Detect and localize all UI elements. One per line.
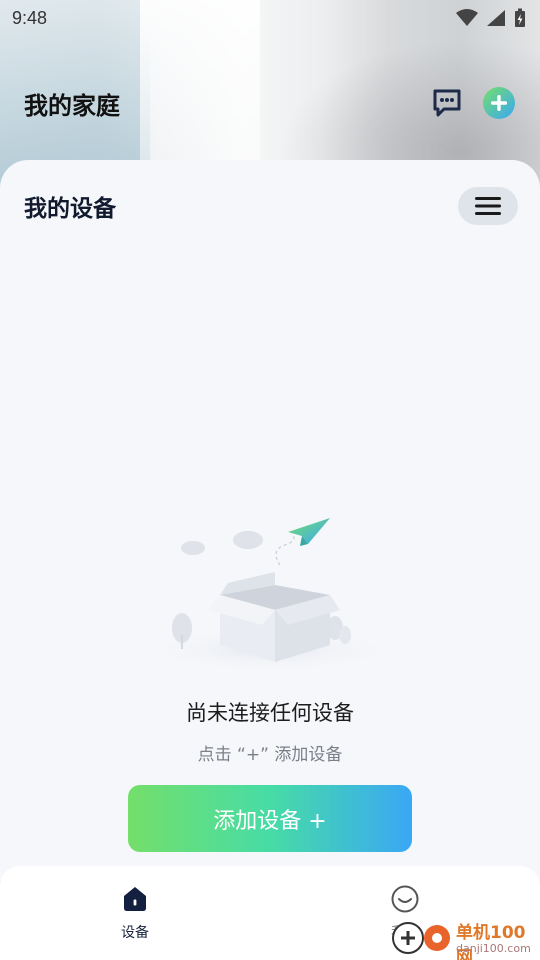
nav-label-devices: 设备	[121, 925, 149, 941]
cell-signal-icon	[487, 10, 505, 26]
add-device-button[interactable]: 添加设备 +	[128, 785, 412, 852]
header-actions	[430, 86, 516, 120]
battery-charging-icon	[515, 8, 525, 27]
message-icon	[433, 89, 461, 117]
devices-card: 我的设备 尚未连接任何设备 点击 “+” 添加设备 添加设备 +	[0, 160, 540, 880]
watermark: 单机100网 danji100.com	[390, 910, 540, 960]
watermark-logo-icon	[392, 922, 450, 954]
home-header: 我的家庭	[24, 80, 516, 126]
wifi-icon	[456, 9, 478, 26]
nav-item-devices[interactable]: 设备	[95, 884, 175, 942]
home-icon	[124, 887, 146, 911]
home-title[interactable]: 我的家庭	[24, 86, 120, 121]
add-home-button[interactable]	[482, 86, 516, 120]
add-circle-icon	[483, 87, 515, 119]
status-time: 9:48	[12, 7, 48, 28]
status-bar: 9:48	[0, 0, 540, 36]
status-icons	[456, 8, 526, 28]
message-button[interactable]	[430, 86, 464, 120]
devices-section-title: 我的设备	[24, 196, 116, 222]
empty-box-illustration	[145, 518, 395, 670]
empty-state-hint: 点击 “+” 添加设备	[197, 745, 343, 765]
devices-section-header: 我的设备	[24, 186, 518, 226]
watermark-text-en: danji100.com	[456, 942, 531, 955]
menu-icon	[475, 197, 501, 215]
empty-state-title: 尚未连接任何设备	[186, 701, 354, 725]
device-menu-button[interactable]	[458, 187, 518, 225]
